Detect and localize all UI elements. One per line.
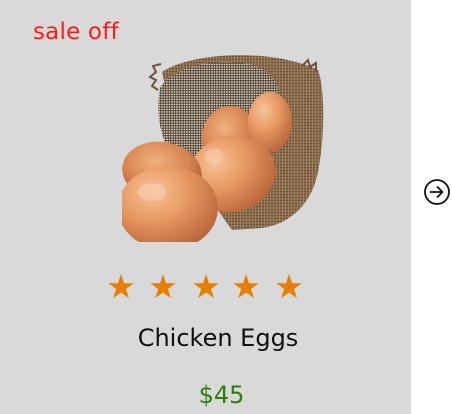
next-arrow-button[interactable] xyxy=(422,177,452,207)
product-card[interactable]: sale off ★ ★ ★ ★ ★ Chicken Eggs $45 xyxy=(0,0,411,414)
product-carousel: sale off ★ ★ ★ ★ ★ Chicken Eggs $45 xyxy=(0,0,452,414)
star-icon: ★ xyxy=(274,267,304,306)
star-icon: ★ xyxy=(106,267,136,306)
star-icon: ★ xyxy=(231,267,261,306)
sale-badge: sale off xyxy=(33,19,119,45)
product-image xyxy=(122,55,324,246)
product-price: $45 xyxy=(198,381,245,409)
star-icon: ★ xyxy=(148,267,178,306)
product-name[interactable]: Chicken Eggs xyxy=(0,320,436,356)
arrow-right-circle-icon xyxy=(424,179,450,205)
star-icon: ★ xyxy=(191,267,221,306)
star-rating: ★ ★ ★ ★ ★ xyxy=(100,268,315,308)
